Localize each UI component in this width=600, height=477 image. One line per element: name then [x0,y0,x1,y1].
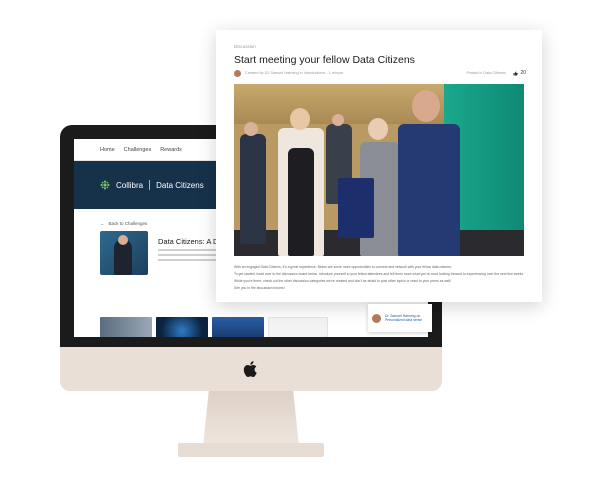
photo-person-head [332,114,344,126]
photo-person-head [290,108,310,130]
apple-logo-icon [243,361,257,377]
imac-chin [60,347,442,391]
post-paragraph: To get started, head over to the discuss… [234,272,524,276]
brand-name: Collibra [116,180,144,190]
notification-text: Dr. Samuel Harming on Personalized data … [385,313,423,323]
nav-item-home[interactable]: Home [100,147,115,153]
post-paragraph: While you're there, check out the other … [234,279,451,283]
author-avatar[interactable] [234,70,241,77]
description-line [158,249,224,251]
post-paragraph: See you in the discussion forums! [234,286,285,290]
photo-person [398,124,460,256]
challenge-thumbnail-row [100,317,328,337]
discussion-post-card: Discussion Start meeting your fellow Dat… [216,30,542,302]
like-count: 20 [520,70,526,76]
photo-person [240,134,266,244]
photo-table [338,178,374,238]
post-meta: Created by DJ Samuel Harming in Introduc… [245,71,344,75]
post-category[interactable]: Discussion [234,44,256,49]
notification-avatar [372,313,381,323]
thumbnail-event-photo[interactable] [100,317,152,337]
nav-item-rewards[interactable]: Rewards [160,147,182,153]
thumbnail-post[interactable] [268,317,328,337]
description-line [158,254,220,256]
back-link[interactable]: ← Back to Challenges [100,221,147,226]
post-paragraph: With an engaged Data Citizens, it's a gr… [234,265,452,269]
photo-person-head [368,118,388,140]
description-line [158,259,222,261]
notification-card[interactable]: Dr. Samuel Harming on Personalized data … [368,304,432,332]
photo-person [288,148,314,256]
photo-person-head [244,122,258,136]
speaker-head [118,235,128,245]
event-photo [234,84,524,256]
post-title: Start meeting your fellow Data Citizens [234,54,415,66]
post-body: With an engaged Data Citizens, it's a gr… [234,264,524,292]
arrow-left-icon: ← [100,221,105,226]
challenge-title: Data Citizens: A Di [158,237,221,246]
imac-stand-foot [178,443,324,457]
like-button[interactable]: 20 [513,70,526,76]
imac-stand-neck [203,391,299,447]
post-location: Posted in Data Citizens [466,71,506,75]
brand-divider [149,180,151,190]
collibra-logo-icon [100,180,110,190]
back-link-label: Back to Challenges [108,221,148,226]
thumbs-up-icon [513,71,519,75]
photo-person-head [412,90,440,122]
thumbnail-stage[interactable] [212,317,264,337]
challenge-thumbnail[interactable] [100,231,148,275]
thumbnail-globe[interactable] [156,317,208,337]
nav-item-challenges[interactable]: Challenges [124,147,152,153]
community-name: Data Citizens [156,180,204,190]
